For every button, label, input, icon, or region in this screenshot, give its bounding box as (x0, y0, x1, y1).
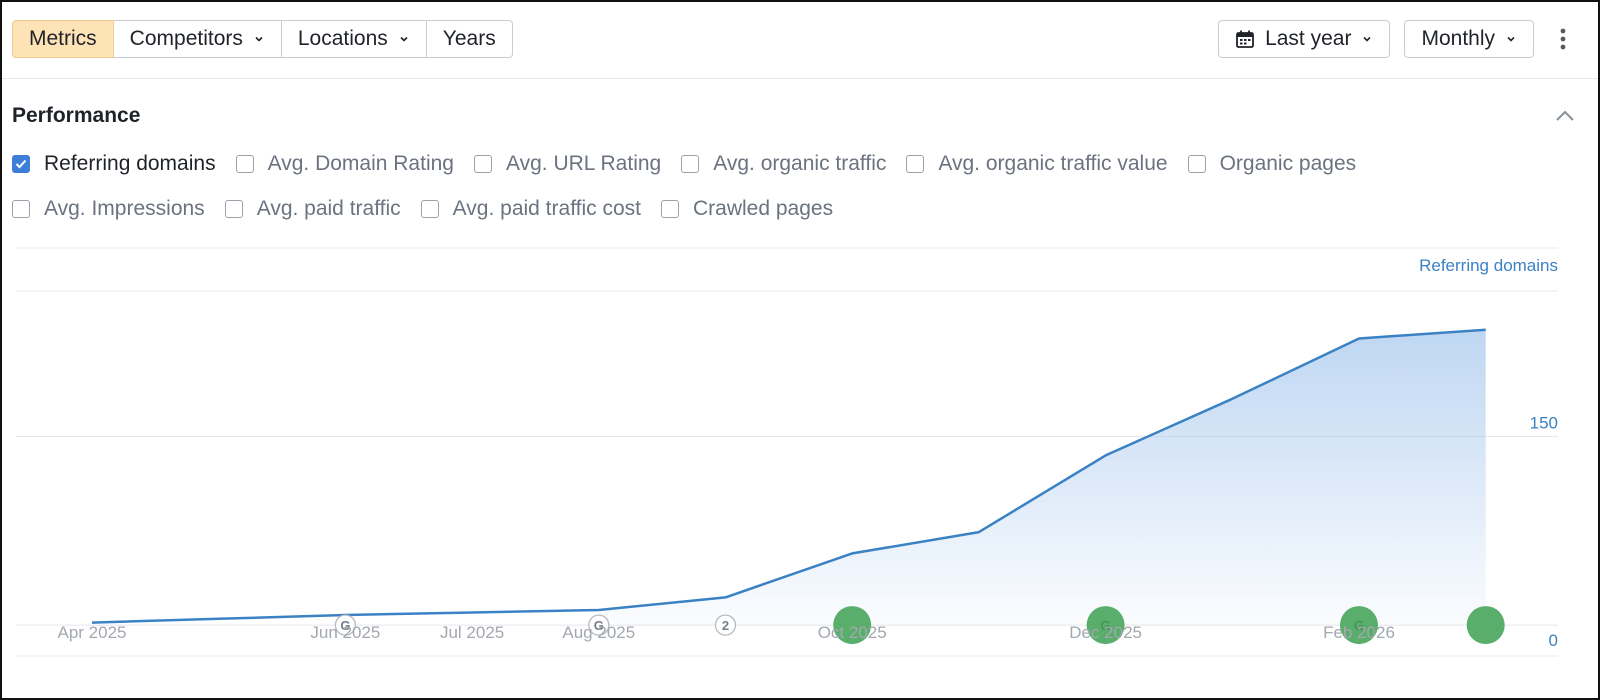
x-tick-label: Oct 2025 (818, 623, 887, 642)
toolbar: Metrics Competitors Locations Years Last… (2, 2, 1598, 79)
checkbox-label: Avg. paid traffic cost (452, 197, 641, 220)
checkbox-crawled-pages[interactable]: Crawled pages (661, 197, 833, 221)
checkbox-label: Avg. paid traffic (256, 197, 401, 220)
checkbox-box[interactable] (224, 200, 243, 218)
calendar-icon (1236, 30, 1254, 48)
more-options-button[interactable] (1548, 21, 1578, 57)
locations-dropdown[interactable]: Locations (281, 20, 427, 58)
checkbox-box[interactable] (12, 200, 30, 218)
checkbox-box[interactable] (420, 200, 439, 218)
checkbox-label: Avg. URL Rating (505, 152, 662, 175)
checkbox-avg-organic-traffic-value[interactable]: Avg. organic traffic value (906, 152, 1168, 176)
checkbox-avg-paid-traffic-cost[interactable]: Avg. paid traffic cost (420, 197, 641, 221)
competitors-label: Competitors (129, 27, 243, 50)
annotation-green-marker (1466, 606, 1505, 645)
checkbox-label: Avg. Domain Rating (267, 152, 454, 175)
section-title: Performance (12, 104, 141, 127)
checkbox-avg-impressions[interactable]: Avg. Impressions (12, 197, 205, 221)
x-tick-label: Jun 2025 (310, 623, 380, 642)
checkbox-organic-pages[interactable]: Organic pages (1187, 152, 1357, 176)
chevron-up-icon[interactable] (1552, 106, 1578, 126)
interval-dropdown[interactable]: Monthly (1404, 20, 1534, 58)
checkmark-icon (15, 159, 27, 169)
metrics-tab[interactable]: Metrics (12, 20, 114, 58)
y-tick-label: 150 (1530, 414, 1558, 433)
locations-label: Locations (297, 27, 388, 50)
checkbox-label: Organic pages (1219, 152, 1357, 175)
x-tick-label: Feb 2026 (1323, 623, 1395, 642)
interval-label: Monthly (1421, 27, 1495, 50)
checkbox-box[interactable] (681, 155, 700, 173)
x-tick-label: Jul 2025 (440, 623, 504, 642)
checkbox-avg-url-rating[interactable]: Avg. URL Rating (473, 152, 662, 176)
chevron-down-icon (1507, 36, 1515, 42)
checkbox-label: Avg. organic traffic value (938, 152, 1168, 175)
checkbox-box[interactable] (906, 155, 925, 173)
view-segmented-control: Metrics Competitors Locations Years (12, 20, 513, 58)
metric-checkboxes-row-2: Avg. Impressions Avg. paid traffic Avg. … (12, 197, 853, 221)
checkbox-label: Avg. organic traffic (713, 152, 887, 175)
competitors-dropdown[interactable]: Competitors (113, 20, 282, 58)
checkbox-box[interactable] (1187, 155, 1206, 173)
checkbox-avg-domain-rating[interactable]: Avg. Domain Rating (235, 152, 454, 176)
x-tick-label: Apr 2025 (58, 623, 127, 642)
checkbox-box[interactable] (661, 200, 679, 218)
app-frame: Metrics Competitors Locations Years Last… (0, 0, 1600, 700)
toolbar-right: Last year Monthly (1218, 20, 1578, 58)
checkbox-avg-paid-traffic[interactable]: Avg. paid traffic (224, 197, 401, 221)
checkbox-label: Referring domains (44, 152, 216, 175)
metrics-tab-label: Metrics (29, 27, 97, 50)
y-axis-title: Referring domains (1419, 256, 1558, 275)
checkbox-avg-organic-traffic[interactable]: Avg. organic traffic (681, 152, 886, 176)
y-tick-label: 0 (1549, 631, 1558, 650)
chevron-down-icon (400, 36, 408, 42)
y-tick-label: 300 (1530, 242, 1558, 244)
date-range-label: Last year (1265, 27, 1352, 50)
x-tick-label: Aug 2025 (562, 623, 635, 642)
checkbox-label: Avg. Impressions (44, 197, 205, 220)
kebab-icon (1560, 28, 1566, 50)
checkbox-box[interactable] (473, 155, 492, 173)
series-area (598, 329, 1486, 626)
metric-checkboxes-row-1: Referring domains Avg. Domain Rating Avg… (12, 152, 1376, 176)
checkbox-referring-domains[interactable]: Referring domains (12, 152, 216, 176)
years-label: Years (442, 27, 496, 50)
checkbox-box[interactable] (235, 155, 254, 173)
annotation-label: 2 (722, 618, 729, 633)
checkbox-box[interactable] (12, 155, 30, 173)
checkbox-label: Crawled pages (693, 197, 834, 220)
referring-domains-chart: Referring domains0150300450600GG2GGApr 2… (16, 242, 1558, 657)
chevron-down-icon (1363, 36, 1372, 42)
date-range-dropdown[interactable]: Last year (1218, 20, 1391, 58)
x-tick-label: Dec 2025 (1069, 623, 1142, 642)
years-tab[interactable]: Years (426, 20, 513, 58)
chevron-down-icon (255, 36, 263, 42)
